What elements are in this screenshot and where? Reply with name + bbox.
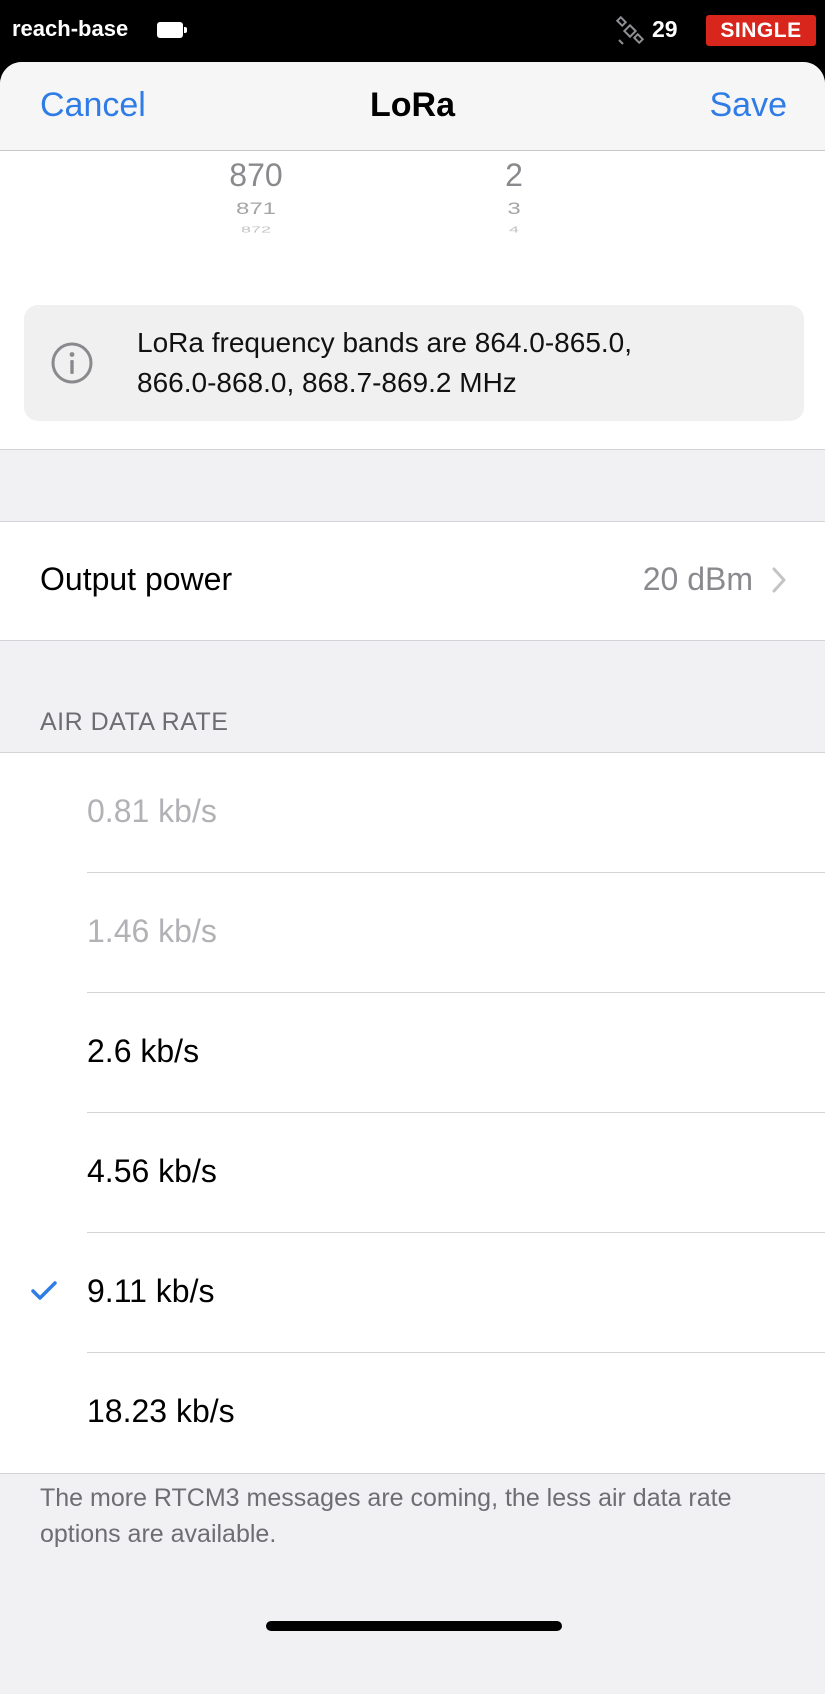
picker-item[interactable]: 870 — [196, 155, 316, 195]
picker-item[interactable]: 871 — [196, 199, 316, 219]
satellite-icon — [615, 16, 645, 45]
output-power-row[interactable]: Output power 20 dBm — [0, 521, 825, 641]
chevron-right-icon — [772, 567, 786, 593]
info-circle-icon — [51, 342, 93, 384]
list-item-selected[interactable]: 9.11 kb/s — [0, 1233, 825, 1353]
picker-item[interactable]: 4 — [474, 226, 554, 234]
output-power-label: Output power — [40, 561, 233, 597]
air-data-rate-header: AIR DATA RATE — [40, 708, 229, 736]
battery-icon — [157, 22, 187, 38]
home-indicator[interactable] — [266, 1621, 562, 1631]
picker-item[interactable]: 872 — [196, 226, 316, 234]
output-power-value: 20 dBm — [642, 561, 753, 597]
footer-note-line: The more RTCM3 messages are coming, the … — [40, 1484, 732, 1512]
status-badge: SINGLE — [706, 15, 816, 46]
lora-settings-sheet: Cancel LoRa Save 870 871 872 2 3 4 LoRa … — [0, 62, 825, 1694]
navigation-bar: Cancel LoRa Save — [0, 62, 825, 151]
device-name: reach-base — [12, 16, 129, 41]
rate-option-label: 0.81 kb/s — [87, 793, 217, 829]
info-text: LoRa frequency bands are 864.0-865.0, 86… — [137, 323, 757, 403]
picker-item[interactable]: 3 — [474, 199, 554, 219]
rate-option-label: 4.56 kb/s — [87, 1153, 217, 1189]
footer-note: The more RTCM3 messages are coming, the … — [40, 1480, 790, 1552]
satellite-count: 29 — [652, 16, 678, 42]
footer-note-line: options are available. — [40, 1520, 277, 1548]
rate-option-label: 18.23 kb/s — [87, 1393, 235, 1429]
checkmark-icon — [31, 1281, 57, 1300]
frequency-picker-mhz[interactable]: 870 871 872 — [196, 151, 316, 251]
info-text-line: 866.0-868.0, 868.7-869.2 MHz — [137, 367, 517, 398]
rate-option-label: 2.6 kb/s — [87, 1033, 200, 1069]
list-item[interactable]: 0.81 kb/s — [0, 753, 825, 873]
picker-item[interactable]: 2 — [474, 155, 554, 195]
frequency-section: 870 871 872 2 3 4 LoRa frequency bands a… — [0, 151, 825, 450]
rate-option-label: 9.11 kb/s — [87, 1273, 215, 1309]
list-item[interactable]: 18.23 kb/s — [0, 1353, 825, 1473]
save-button[interactable]: Save — [710, 86, 788, 125]
frequency-picker-decimal[interactable]: 2 3 4 — [474, 151, 554, 251]
rate-option-label: 1.46 kb/s — [87, 913, 217, 949]
list-item[interactable]: 4.56 kb/s — [0, 1113, 825, 1233]
info-text-line: LoRa frequency bands are 864.0-865.0, — [137, 327, 633, 358]
list-item[interactable]: 1.46 kb/s — [0, 873, 825, 993]
page-title: LoRa — [370, 86, 455, 124]
status-bar: reach-base 29 SINGLE — [0, 0, 825, 62]
air-data-rate-list: 0.81 kb/s 1.46 kb/s 2.6 kb/s 4.56 kb/s 9… — [0, 752, 825, 1474]
list-item[interactable]: 2.6 kb/s — [0, 993, 825, 1113]
info-box: LoRa frequency bands are 864.0-865.0, 86… — [24, 305, 804, 421]
